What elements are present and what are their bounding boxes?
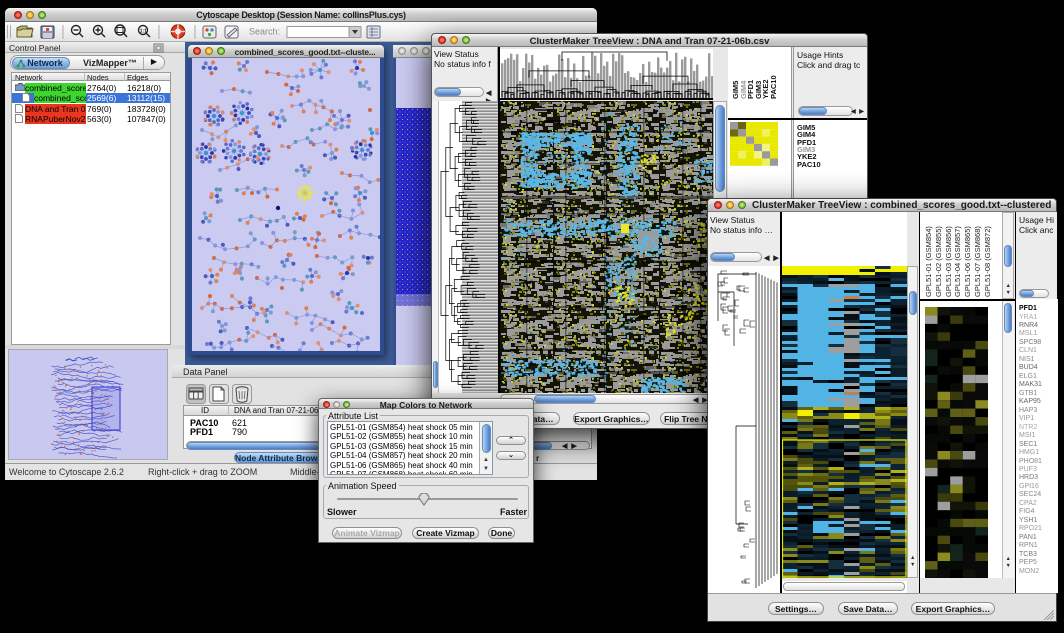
svg-text:Search:: Search: xyxy=(249,27,280,37)
svg-text:1:1: 1:1 xyxy=(140,29,147,35)
